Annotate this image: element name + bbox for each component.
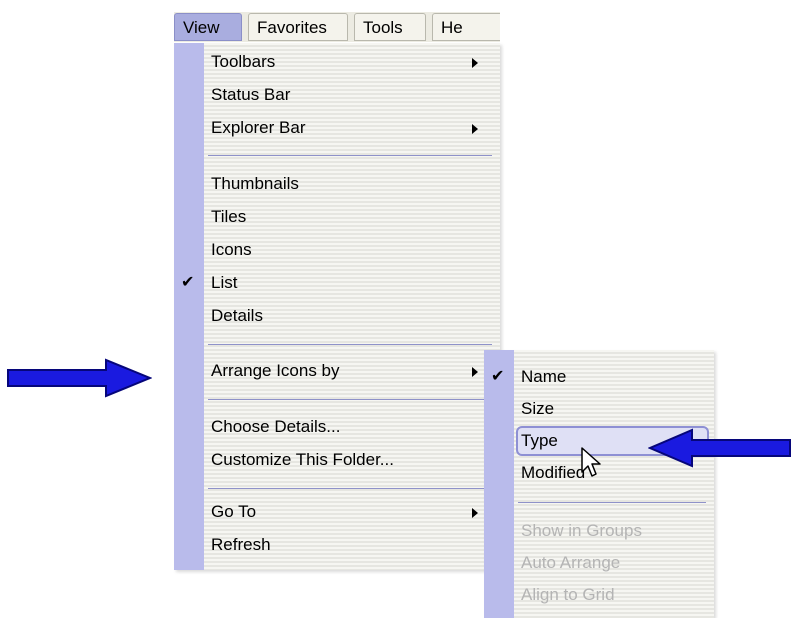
checkmark-icon: ✔	[491, 368, 505, 385]
submenu-item-name[interactable]: ✔ Name	[484, 362, 714, 392]
menu-item-label: Show in Groups	[521, 521, 642, 540]
menu-separator	[518, 502, 706, 503]
menu-item-label: Go To	[211, 502, 257, 521]
menu-item-label: Auto Arrange	[521, 553, 621, 572]
menu-item-label: Name	[521, 367, 567, 386]
menu-help[interactable]: He	[432, 13, 500, 41]
menu-item-label: Arrange Icons by	[211, 361, 340, 380]
submenu-arrow-icon	[472, 508, 478, 518]
menu-separator	[208, 344, 492, 345]
menu-item-label: Modified	[521, 463, 586, 482]
menu-item-explorer-bar[interactable]: Explorer Bar	[174, 113, 500, 143]
menu-item-icons[interactable]: Icons	[174, 235, 500, 265]
menu-item-label: Size	[521, 399, 555, 418]
menu-item-label: Customize This Folder...	[211, 450, 394, 469]
menu-item-label: Tiles	[211, 207, 247, 226]
submenu-arrow-icon	[472, 124, 478, 134]
mouse-cursor-icon	[581, 447, 601, 477]
menu-item-label: Icons	[211, 240, 252, 259]
menu-item-refresh[interactable]: Refresh	[174, 530, 500, 560]
checkmark-icon: ✔	[181, 274, 195, 291]
arrange-icons-submenu: ✔ Name Size Type Modified Show in Groups…	[484, 350, 714, 618]
menu-item-label: Explorer Bar	[211, 118, 306, 137]
menu-item-label: Toolbars	[211, 52, 276, 71]
submenu-item-size[interactable]: Size	[484, 394, 714, 424]
menu-item-label: Choose Details...	[211, 417, 341, 436]
menu-item-label: Status Bar	[211, 85, 291, 104]
view-menu: Toolbars Status Bar Explorer Bar Thumbna…	[174, 43, 500, 570]
menu-item-toolbars[interactable]: Toolbars	[174, 47, 500, 77]
menu-separator	[208, 488, 492, 489]
submenu-arrow-icon	[472, 367, 478, 377]
submenu-item-auto-arrange: Auto Arrange	[484, 548, 714, 578]
menu-bar: View Favorites Tools He	[174, 12, 500, 42]
menu-separator	[208, 155, 492, 156]
menu-item-list[interactable]: ✔ List	[174, 268, 500, 298]
menu-view[interactable]: View	[174, 13, 242, 41]
menu-favorites[interactable]: Favorites	[248, 13, 348, 41]
menu-separator	[208, 399, 492, 400]
menu-item-label: Details	[211, 306, 263, 325]
submenu-item-align-to-grid: Align to Grid	[484, 580, 714, 610]
menu-item-choose-details[interactable]: Choose Details...	[174, 412, 500, 442]
menu-tools[interactable]: Tools	[354, 13, 426, 41]
submenu-arrow-icon	[472, 58, 478, 68]
menu-item-tiles[interactable]: Tiles	[174, 202, 500, 232]
menu-item-status-bar[interactable]: Status Bar	[174, 80, 500, 110]
menu-item-customize-folder[interactable]: Customize This Folder...	[174, 445, 500, 475]
menu-item-label: Type	[521, 431, 558, 450]
menu-item-arrange-icons-by[interactable]: Arrange Icons by	[174, 356, 500, 386]
menu-item-label: Align to Grid	[521, 585, 615, 604]
menu-item-thumbnails[interactable]: Thumbnails	[174, 169, 500, 199]
menu-item-label: List	[211, 273, 238, 292]
menu-item-label: Refresh	[211, 535, 271, 554]
menu-item-details[interactable]: Details	[174, 301, 500, 331]
arrow-right-icon	[7, 358, 152, 398]
menu-item-label: Thumbnails	[211, 174, 299, 193]
arrow-left-icon	[648, 428, 791, 468]
submenu-item-show-in-groups: Show in Groups	[484, 516, 714, 546]
menu-item-go-to[interactable]: Go To	[174, 497, 500, 527]
